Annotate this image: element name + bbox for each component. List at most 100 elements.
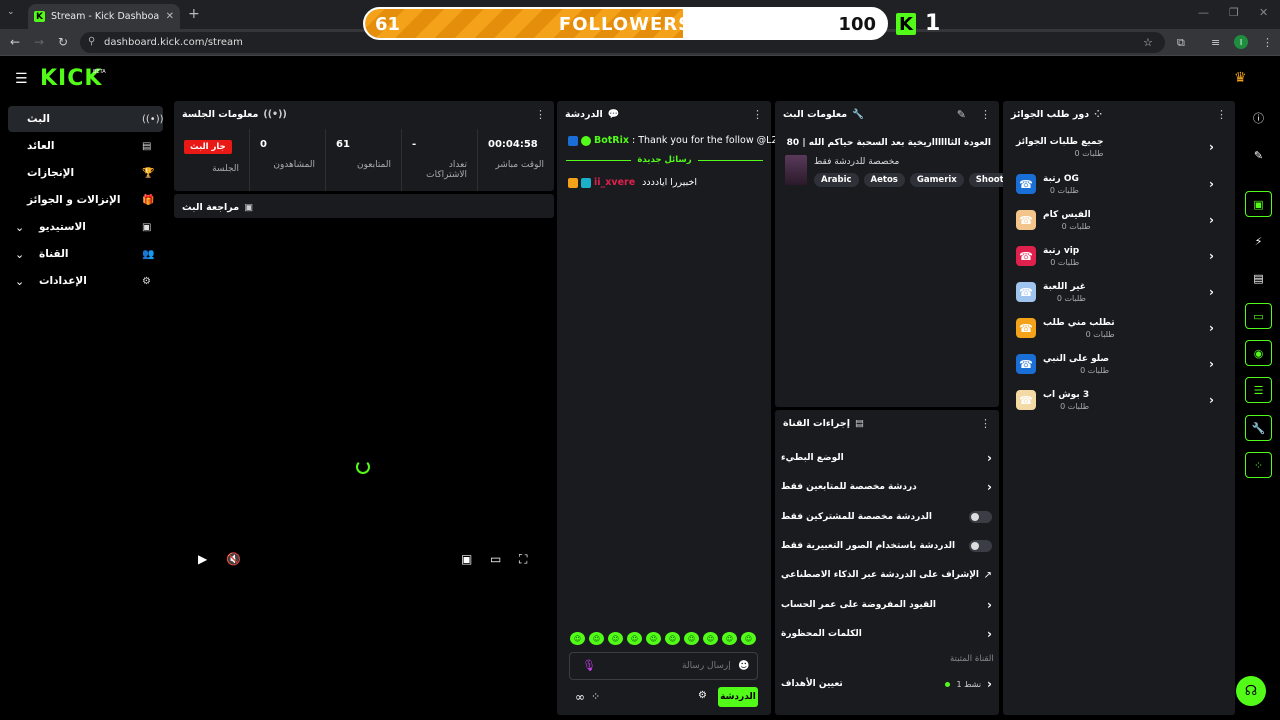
chevron-down-icon[interactable]: ⌄ — [15, 275, 27, 288]
category-thumbnail[interactable] — [785, 155, 807, 185]
mute-icon[interactable]: 🔇 — [226, 552, 241, 566]
sidebar-item-6[interactable]: ⌄ الإعدادات ⚙ — [8, 268, 163, 294]
lightning-icon[interactable]: ⚡ — [1245, 228, 1272, 254]
stream-preview-header: ▣ مراجعة البث — [174, 194, 554, 218]
sidebar-item-2[interactable]: الإنجازات 🏆 — [8, 160, 163, 186]
external-link-icon[interactable]: ↗ — [984, 570, 992, 581]
layout-icon[interactable]: ☰ — [1245, 377, 1272, 403]
chat-message-user[interactable]: ii_xvere اخبيررا ايادددد — [568, 177, 697, 188]
sidebar-item-1[interactable]: العائد ▤ — [8, 133, 163, 159]
session-more-icon[interactable]: ⋮ — [535, 108, 546, 121]
bookmark-star-icon[interactable]: ☆ — [1143, 36, 1153, 49]
back-icon[interactable]: ← — [10, 35, 20, 49]
edit-pencil-icon[interactable]: ✎ — [957, 108, 966, 121]
chrome-menu-icon[interactable]: ⋮ — [1262, 36, 1273, 49]
reward-request-row[interactable]: ☎ OG رتبة طلبات 0 › — [1010, 167, 1220, 201]
mic-icon[interactable]: 🎙 — [582, 659, 596, 672]
browser-tab[interactable]: K Stream - Kick Dashboard ✕ — [28, 4, 180, 29]
channel-action-row[interactable]: الدردشة باستخدام الصور التعبيرية فقط — [779, 533, 994, 559]
toggle-switch[interactable] — [969, 510, 992, 523]
play-icon[interactable]: ▶ — [198, 552, 207, 566]
chat-username[interactable]: ii_xvere — [594, 177, 635, 188]
pip-icon[interactable]: ▣ — [461, 552, 472, 566]
emote-icon[interactable]: ☺ — [741, 632, 756, 645]
chat-username[interactable]: BotRix — [594, 135, 629, 146]
profile-avatar[interactable]: I — [1234, 35, 1248, 49]
sidebar-item-5[interactable]: ⌄ القناة 👥 — [8, 241, 163, 267]
video-player[interactable]: ▶ 🔇 ▣ ▭ ⛶ — [174, 218, 554, 715]
wrench-rail-icon[interactable]: 🔧 — [1245, 415, 1272, 441]
emote-icon[interactable]: ☺ — [570, 632, 585, 645]
camera-icon[interactable]: ▣ — [1245, 191, 1272, 217]
stream-tag[interactable]: Aetos — [863, 173, 905, 187]
new-tab-icon[interactable]: + — [188, 6, 200, 22]
theater-mode-icon[interactable]: ▭ — [490, 552, 501, 566]
emote-icon[interactable]: ☺ — [684, 632, 699, 645]
sidebar-item-label: البث — [27, 113, 50, 125]
fullscreen-icon[interactable]: ⛶ — [519, 552, 527, 567]
reward-request-row[interactable]: ☎ صلو على النبي طلبات 0 › — [1010, 347, 1220, 381]
all-requests-row[interactable]: جميع طلبات الجوائز طلبات 0 › — [1010, 130, 1220, 164]
stream-tag[interactable]: Arabic — [814, 173, 859, 187]
toggle-switch[interactable] — [969, 539, 992, 552]
close-window-icon[interactable]: ✕ — [1259, 6, 1268, 19]
apps-rail-icon[interactable]: ⁘ — [1245, 452, 1272, 478]
reward-request-row[interactable]: ☎ الفيس كام طلبات 0 › — [1010, 203, 1220, 237]
emote-icon[interactable]: ☺ — [608, 632, 623, 645]
send-chat-button[interactable]: الدردشة — [718, 687, 758, 707]
chat-input[interactable]: 🎙 إرسال رسالة ☻ — [569, 652, 758, 680]
hamburger-menu-icon[interactable]: ☰ — [15, 71, 28, 87]
emote-icon[interactable]: ☺ — [665, 632, 680, 645]
emote-icon[interactable]: ☺ — [646, 632, 661, 645]
reward-request-row[interactable]: ☎ غير اللعبة طلبات 0 › — [1010, 275, 1220, 309]
reward-request-row[interactable]: ☎ 3 بوش اب طلبات 0 › — [1010, 383, 1220, 417]
sidebar-item-4[interactable]: ⌄ الاستيديو ▣ — [8, 214, 163, 240]
chat-settings-icon[interactable]: ⚙ — [698, 690, 707, 701]
emote-icon[interactable]: ☺ — [589, 632, 604, 645]
reload-icon[interactable]: ↻ — [58, 35, 68, 49]
channel-action-row[interactable]: الإشراف على الدردشة عبر الذكاء الاصطناعي… — [779, 562, 994, 588]
reward-requests-more-icon[interactable]: ⋮ — [1216, 108, 1227, 121]
channel-action-row[interactable]: دردشة مخصصة للمتابعين فقط › — [779, 474, 994, 500]
close-tab-icon[interactable]: ✕ — [166, 11, 174, 22]
set-goals-row[interactable]: تعيين الأهداف نشط 1 › — [779, 671, 994, 697]
sidebar-item-3[interactable]: الإنزالات و الجوائز 🎁 — [8, 187, 163, 213]
forward-icon[interactable]: → — [34, 35, 44, 49]
emote-icon[interactable]: ☺ — [722, 632, 737, 645]
chevron-down-icon[interactable]: ⌄ — [15, 248, 27, 261]
support-headset-icon[interactable]: ☊ — [1236, 676, 1266, 706]
stream-info-more-icon[interactable]: ⋮ — [980, 108, 991, 121]
chat-more-icon[interactable]: ⋮ — [752, 108, 763, 121]
channel-actions-more-icon[interactable]: ⋮ — [980, 417, 991, 430]
channel-action-row[interactable]: الكلمات المحظورة › — [779, 621, 994, 647]
apps-icon[interactable]: ⁘ — [591, 690, 600, 703]
channel-action-row[interactable]: الوضع البطيء › — [779, 445, 994, 471]
minimize-icon[interactable]: — — [1198, 6, 1209, 19]
reward-request-row[interactable]: ☎ تطلب مني طلب طلبات 0 › — [1010, 311, 1220, 345]
extensions-icon[interactable]: ⧉ — [1177, 36, 1185, 50]
stat-value: 61 — [336, 139, 350, 150]
channel-action-row[interactable]: الدردشة مخصصة للمشتركين فقط — [779, 504, 994, 530]
emote-icon[interactable]: ☺ — [627, 632, 642, 645]
document-icon[interactable]: ▤ — [1245, 265, 1272, 291]
sidebar-item-0[interactable]: البث ((•)) — [8, 106, 164, 132]
emoji-icon[interactable]: ☻ — [738, 659, 749, 672]
user-avatar[interactable]: ♛ — [1234, 70, 1250, 86]
chat-message-bot[interactable]: BotRix: Thank you for the follow @L2st — [568, 135, 786, 146]
pencil-icon[interactable]: ✎ — [1245, 142, 1272, 168]
media-icon[interactable]: ≡ — [1211, 36, 1220, 49]
chat-bubble-icon[interactable]: ▭ — [1245, 303, 1272, 329]
channel-action-row[interactable]: القيود المفروضة على عمر الحساب › — [779, 592, 994, 618]
reward-request-row[interactable]: ☎ vip رتبة طلبات 0 › — [1010, 239, 1220, 273]
broadcast-rail-icon[interactable]: ◉ — [1245, 340, 1272, 366]
emote-icon[interactable]: ☺ — [703, 632, 718, 645]
stream-tag[interactable]: Gamerix — [909, 173, 964, 187]
tab-search-icon[interactable]: ⌄ — [7, 7, 15, 17]
chevron-down-icon[interactable]: ⌄ — [15, 221, 27, 234]
restore-icon[interactable]: ❐ — [1229, 6, 1239, 19]
infinity-icon[interactable]: ∞ — [575, 690, 585, 704]
reward-name: تطلب مني طلب — [1043, 317, 1115, 328]
site-info-icon[interactable]: ⚲ — [88, 36, 95, 47]
stream-category[interactable]: مخصصة للدردشة فقط — [814, 157, 899, 167]
info-icon[interactable]: ⓘ — [1245, 105, 1272, 131]
